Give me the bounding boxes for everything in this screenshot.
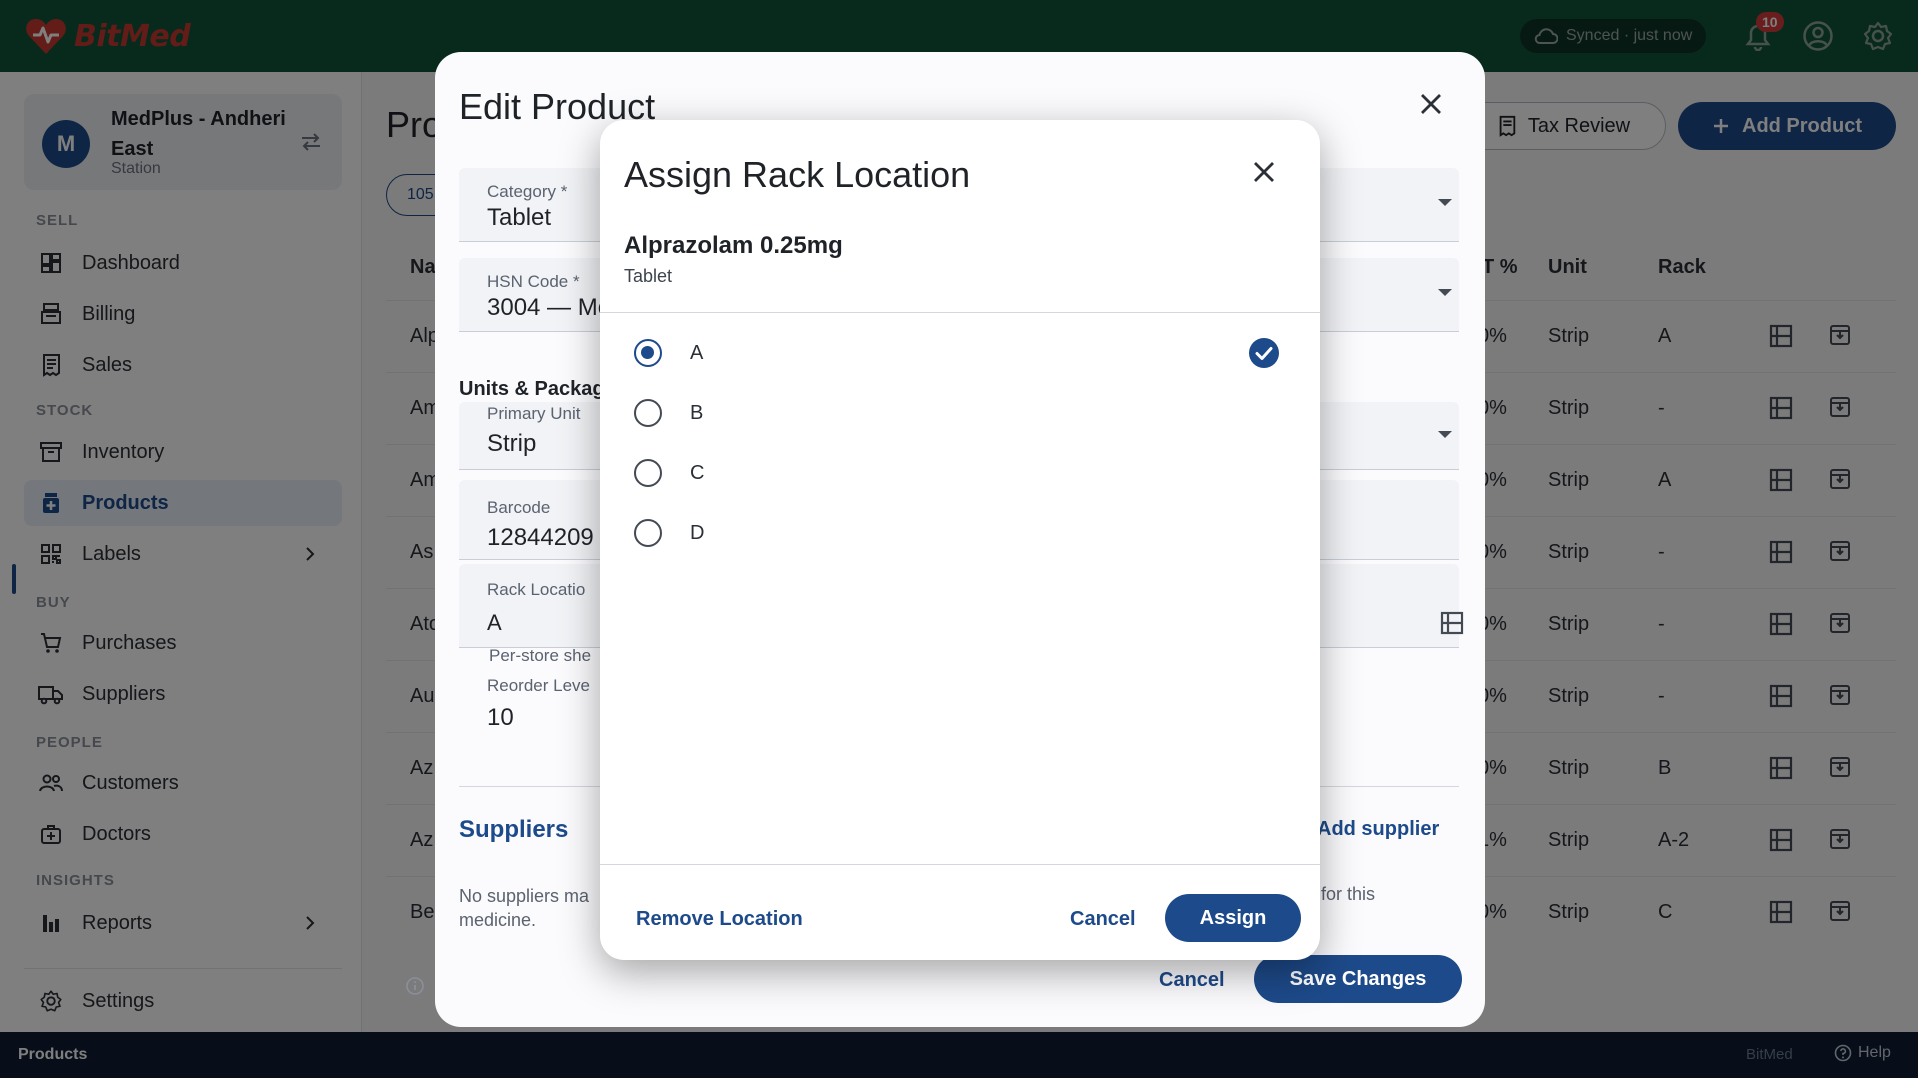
hsn-code-value: 3004 — Me: [487, 294, 612, 321]
no-suppliers-text-tail: for this: [1321, 884, 1376, 904]
radio-selected[interactable]: [634, 339, 662, 367]
dialog-divider: [600, 312, 1320, 313]
assign-button[interactable]: Assign: [1165, 894, 1301, 942]
rack-picker-icon[interactable]: [1439, 610, 1465, 636]
rack-option-a[interactable]: A: [600, 323, 1320, 383]
rack-option-label: B: [690, 402, 704, 424]
rack-option-c[interactable]: C: [600, 443, 1320, 503]
units-packaging-heading: Units & Packag: [459, 378, 605, 400]
add-supplier-button[interactable]: Add supplier: [1317, 818, 1439, 841]
barcode-value: 12844209: [487, 524, 594, 551]
rack-option-d[interactable]: D: [600, 503, 1320, 563]
assign-rack-dialog: Assign Rack Location Alprazolam 0.25mg T…: [600, 120, 1320, 960]
rack-option-b[interactable]: B: [600, 383, 1320, 443]
primary-unit-label: Primary Unit: [487, 404, 581, 423]
product-name: Alprazolam 0.25mg: [624, 232, 843, 259]
caret-down-icon: [1437, 198, 1453, 208]
rack-location-label: Rack Locatio: [487, 580, 586, 599]
radio-unselected[interactable]: [634, 519, 662, 547]
rack-location-value: A: [487, 610, 502, 635]
barcode-label: Barcode: [487, 498, 551, 517]
radio-unselected[interactable]: [634, 459, 662, 487]
close-icon[interactable]: [1250, 158, 1278, 186]
dialog-divider: [600, 864, 1320, 865]
rack-option-label: A: [690, 342, 704, 364]
primary-unit-value: Strip: [487, 430, 537, 457]
cancel-button[interactable]: Cancel: [1070, 908, 1136, 931]
dialog-title: Assign Rack Location: [624, 154, 971, 195]
radio-unselected[interactable]: [634, 399, 662, 427]
caret-down-icon: [1437, 288, 1453, 298]
hsn-code-label: HSN Code *: [487, 272, 580, 291]
rack-helper-text: Per-store she: [489, 646, 592, 665]
rack-option-label: C: [690, 462, 705, 484]
product-category: Tablet: [624, 266, 673, 286]
reorder-level-label: Reorder Leve: [487, 676, 591, 695]
cancel-button[interactable]: Cancel: [1159, 969, 1225, 992]
info-icon: [405, 976, 425, 996]
reorder-level-value: 10: [487, 704, 514, 731]
check-circle-icon: [1248, 337, 1280, 369]
rack-option-label: D: [690, 522, 705, 544]
category-label: Category *: [487, 182, 568, 201]
category-value: Tablet: [487, 204, 552, 231]
close-icon[interactable]: [1417, 90, 1445, 118]
no-suppliers-text: No suppliers ma medicine.: [459, 886, 590, 930]
save-changes-button[interactable]: Save Changes: [1254, 955, 1462, 1003]
caret-down-icon: [1437, 430, 1453, 440]
remove-location-button[interactable]: Remove Location: [636, 908, 803, 931]
suppliers-heading: Suppliers: [459, 816, 569, 843]
